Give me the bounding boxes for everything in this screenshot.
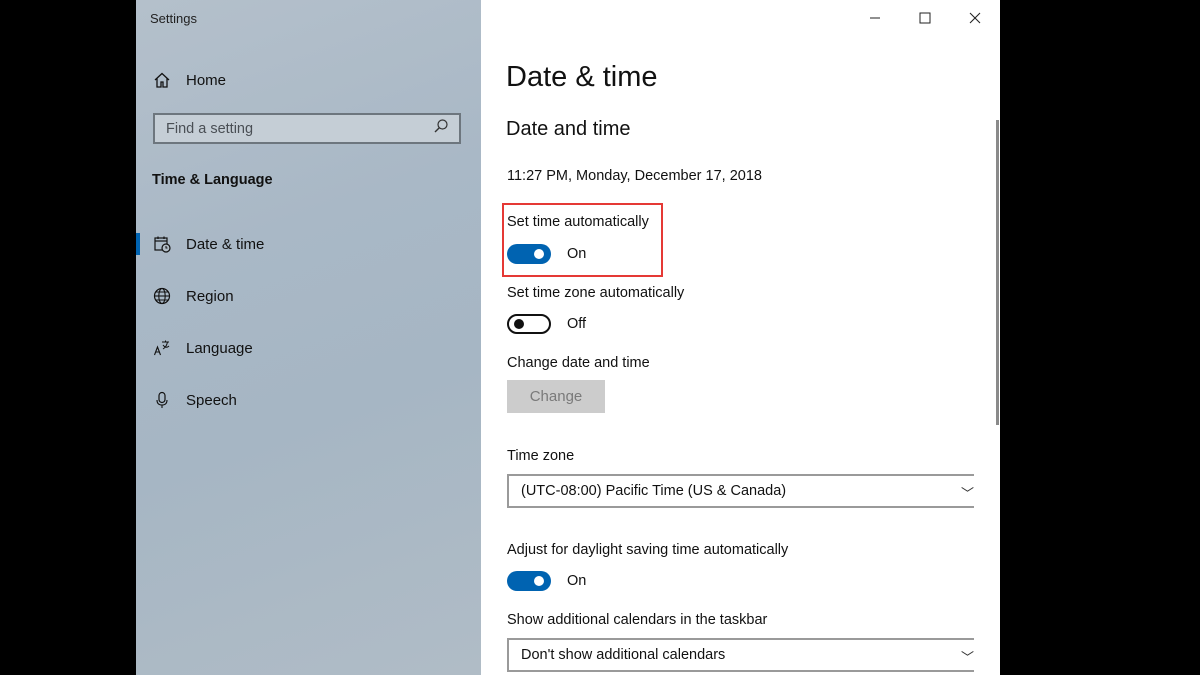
set-time-auto-state: On [567,246,587,262]
time-zone-label: Time zone [507,448,575,464]
microphone-icon [152,390,172,410]
additional-calendars-select[interactable]: Don't show additional calendars ﹀ [507,638,974,672]
sidebar-item-label: Date & time [186,235,265,253]
toggle-knob [534,576,544,586]
toggle-knob [514,319,524,329]
app-title: Settings [150,11,197,26]
section-title: Date and time [506,118,631,140]
maximize-icon [919,12,931,24]
daylight-saving-state: On [567,573,587,589]
set-time-auto-label: Set time automatically [507,214,649,230]
sidebar-nav: Date & time Region Language Speech [136,225,481,433]
search-icon[interactable] [433,118,449,139]
toggle-knob [534,249,544,259]
home-icon [152,71,172,89]
scrollbar[interactable] [996,120,999,425]
sidebar-item-region[interactable]: Region [136,277,481,329]
settings-window: Settings Home Time & Language Date & tim… [136,0,1000,675]
set-time-auto-row: On [507,244,586,264]
daylight-saving-label: Adjust for daylight saving time automati… [507,542,789,558]
sidebar-item-label: Speech [186,391,237,409]
calendar-clock-icon [152,234,172,254]
language-icon [152,338,172,358]
close-icon [969,12,981,24]
additional-calendars-value: Don't show additional calendars [521,647,726,663]
chevron-down-icon: ﹀ [960,650,974,665]
daylight-saving-row: On [507,571,586,591]
sidebar-item-date-time[interactable]: Date & time [136,225,481,277]
change-datetime-label: Change date and time [507,355,650,371]
set-time-auto-toggle[interactable] [507,244,551,264]
set-timezone-auto-toggle[interactable] [507,314,551,334]
search-box[interactable] [153,113,461,144]
current-datetime: 11:27 PM, Monday, December 17, 2018 [507,168,762,184]
set-timezone-auto-row: Off [507,314,586,334]
search-input[interactable] [166,120,406,137]
close-button[interactable] [950,0,1000,36]
sidebar-item-speech[interactable]: Speech [136,381,481,433]
nav-home-label: Home [186,71,227,89]
page-title: Date & time [506,61,658,93]
minimize-button[interactable] [850,0,900,36]
sidebar: Settings Home Time & Language Date & tim… [136,0,481,675]
maximize-button[interactable] [900,0,950,36]
globe-icon [152,286,172,306]
content-pane: Date & time Date and time 11:27 PM, Mond… [481,0,1000,675]
chevron-down-icon: ﹀ [960,486,974,501]
change-button[interactable]: Change [507,380,605,413]
sidebar-item-language[interactable]: Language [136,329,481,381]
minimize-icon [870,17,880,19]
time-zone-value: (UTC-08:00) Pacific Time (US & Canada) [521,483,787,499]
sidebar-item-label: Language [186,339,253,357]
set-timezone-auto-state: Off [567,316,587,332]
sidebar-item-label: Region [186,287,234,305]
additional-calendars-label: Show additional calendars in the taskbar [507,612,768,628]
nav-home[interactable]: Home [152,68,226,92]
titlebar-controls [850,0,1000,36]
sidebar-section-heading: Time & Language [152,172,273,188]
set-timezone-auto-label: Set time zone automatically [507,285,685,301]
time-zone-select[interactable]: (UTC-08:00) Pacific Time (US & Canada) ﹀ [507,474,974,508]
daylight-saving-toggle[interactable] [507,571,551,591]
